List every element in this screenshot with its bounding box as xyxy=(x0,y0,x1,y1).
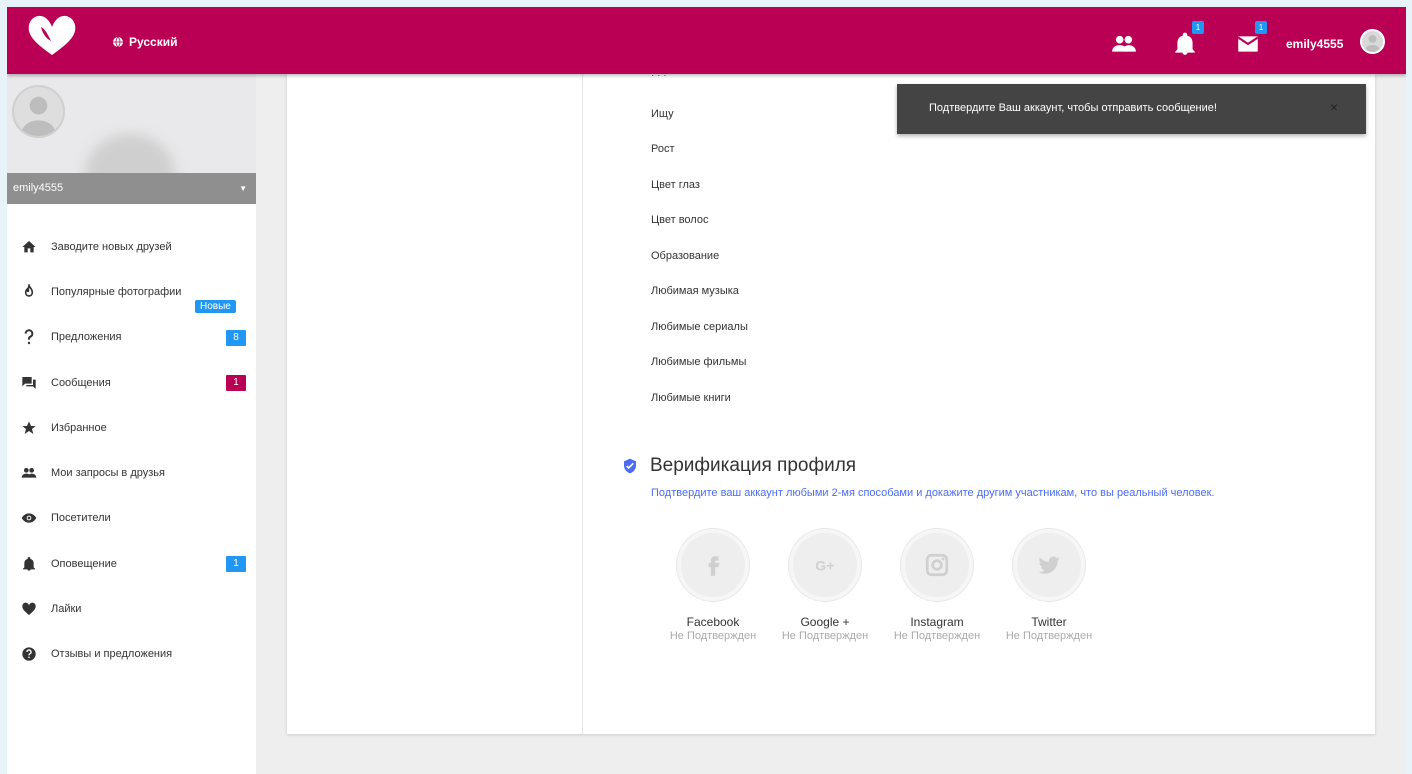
social-name: Facebook xyxy=(686,615,740,629)
social-status: Не Подтвержден xyxy=(781,630,869,642)
facebook-icon xyxy=(708,556,720,576)
language-label: Русский xyxy=(129,35,178,49)
sidebar-item-label: Заводите новых друзей xyxy=(51,240,172,253)
eye-icon xyxy=(21,513,37,524)
sidebar: emily4555 ▼ Заводите новых друзей Популя… xyxy=(7,74,256,774)
globe-icon xyxy=(113,36,123,48)
field-height: Рост xyxy=(651,143,675,155)
sidebar-item-feedback[interactable]: Отзывы и предложения xyxy=(7,632,256,677)
sidebar-item-label: Предложения xyxy=(51,331,122,344)
chat-icon xyxy=(22,376,36,389)
caret-down-icon: ▼ xyxy=(239,184,247,193)
notifications-button[interactable]: 1 xyxy=(1172,21,1204,59)
user-dropdown[interactable]: emily4555 ▼ xyxy=(7,173,256,204)
sidebar-item-likes[interactable]: Лайки xyxy=(7,586,256,631)
notifications-badge: 1 xyxy=(226,556,246,573)
verification-description: Подтвердите ваш аккаунт любыми 2-мя спос… xyxy=(651,487,1215,499)
logo-icon[interactable] xyxy=(27,13,77,57)
top-bar: Русский 1 1 emily4555 xyxy=(7,7,1406,74)
field-favorite-music: Любимая музыка xyxy=(651,285,739,297)
instagram-icon xyxy=(925,553,949,577)
sidebar-menu: Заводите новых друзей Популярные фотогра… xyxy=(7,224,256,677)
social-status: Не Подтвержден xyxy=(893,630,981,642)
messages-badge: 1 xyxy=(1255,21,1267,34)
field-cut-off: · · · xyxy=(651,75,667,80)
field-eye-color: Цвет глаз xyxy=(651,179,700,191)
people-icon xyxy=(21,468,37,478)
app-window: Русский 1 1 emily4555 emily4555 ▼ Заводи… xyxy=(7,7,1406,774)
social-name: Google + xyxy=(800,615,850,629)
verification-title: Верификация профиля xyxy=(650,455,857,476)
sidebar-item-notifications[interactable]: Оповещение 1 xyxy=(7,541,256,586)
sidebar-item-label: Избранное xyxy=(51,421,107,434)
sidebar-item-make-friends[interactable]: Заводите новых друзей xyxy=(7,224,256,269)
home-icon xyxy=(22,240,36,252)
people-icon xyxy=(1112,35,1136,52)
sidebar-item-messages[interactable]: Сообщения 1 xyxy=(7,360,256,405)
profile-avatar[interactable] xyxy=(12,85,65,138)
social-status: Не Подтвержден xyxy=(1005,630,1093,642)
verified-shield-icon xyxy=(624,458,636,474)
mail-icon xyxy=(1237,36,1259,52)
header-username[interactable]: emily4555 xyxy=(1286,37,1343,51)
new-tag: Новые xyxy=(195,300,236,314)
profile-card: · · · Ищу Рост Цвет глаз Цвет волос Обра… xyxy=(287,74,1375,734)
google-plus-icon: G+ xyxy=(815,557,834,573)
sidebar-item-label: Посетители xyxy=(51,512,111,525)
field-looking-for: Ищу xyxy=(651,108,674,120)
sidebar-item-label: Популярные фотографии xyxy=(51,285,182,298)
toast-notification: Подтвердите Ваш аккаунт, чтобы отправить… xyxy=(897,84,1366,134)
fire-icon xyxy=(24,283,34,297)
verify-facebook[interactable]: Facebook Не Подтвержден xyxy=(658,529,768,642)
twitter-button[interactable] xyxy=(1013,529,1085,601)
google-plus-button[interactable]: G+ xyxy=(789,529,861,601)
offers-badge: 8 xyxy=(226,329,246,346)
close-icon[interactable]: × xyxy=(1330,99,1338,115)
sidebar-item-favorites[interactable]: Избранное xyxy=(7,405,256,450)
verify-twitter[interactable]: Twitter Не Подтвержден xyxy=(994,529,1104,642)
card-bottom-border xyxy=(287,734,1375,735)
field-favorite-books: Любимые книги xyxy=(651,392,731,404)
friends-button[interactable] xyxy=(1111,31,1139,59)
bell-icon xyxy=(23,556,35,571)
sidebar-item-friend-requests[interactable]: Мои запросы в друзья xyxy=(7,450,256,495)
sidebar-item-label: Отзывы и предложения xyxy=(51,648,173,661)
field-education: Образование xyxy=(651,250,720,262)
sidebar-item-label: Оповещение xyxy=(51,557,117,570)
sidebar-item-offers[interactable]: Предложения 8 xyxy=(7,315,256,360)
sidebar-username: emily4555 xyxy=(13,182,64,194)
profile-header: emily4555 ▼ xyxy=(7,74,256,204)
social-name: Twitter xyxy=(1031,615,1067,629)
toast-message: Подтвердите Ваш аккаунт, чтобы отправить… xyxy=(929,102,1217,114)
instagram-button[interactable] xyxy=(901,529,973,601)
messages-badge: 1 xyxy=(226,374,246,391)
question-icon xyxy=(24,329,34,345)
verify-instagram[interactable]: Instagram Не Подтвержден xyxy=(882,529,992,642)
column-divider xyxy=(582,74,583,734)
sidebar-item-popular-photos[interactable]: Популярные фотографии Новые xyxy=(7,269,256,314)
bell-icon xyxy=(1175,32,1195,55)
header-avatar[interactable] xyxy=(1360,29,1385,54)
heart-icon xyxy=(22,602,36,616)
social-status: Не Подтвержден xyxy=(669,630,757,642)
help-icon xyxy=(22,647,36,661)
sidebar-item-label: Сообщения xyxy=(51,376,111,389)
sidebar-item-visitors[interactable]: Посетители xyxy=(7,496,256,541)
messages-button[interactable]: 1 xyxy=(1235,21,1267,59)
field-favorite-series: Любимые сериалы xyxy=(651,321,748,333)
notifications-badge: 1 xyxy=(1192,21,1204,34)
twitter-icon xyxy=(1038,556,1060,574)
sidebar-item-label: Мои запросы в друзья xyxy=(51,467,165,480)
user-silhouette-icon xyxy=(1364,34,1381,52)
star-icon xyxy=(22,421,36,434)
facebook-button[interactable] xyxy=(677,529,749,601)
field-favorite-movies: Любимые фильмы xyxy=(651,356,747,368)
sidebar-item-label: Лайки xyxy=(51,603,82,616)
user-silhouette-icon xyxy=(20,96,57,136)
svg-text:G+: G+ xyxy=(815,557,834,573)
social-name: Instagram xyxy=(910,615,964,629)
verify-google-plus[interactable]: G+ Google + Не Подтвержден xyxy=(770,529,880,642)
language-selector[interactable]: Русский xyxy=(112,35,178,49)
field-hair-color: Цвет волос xyxy=(651,214,709,226)
